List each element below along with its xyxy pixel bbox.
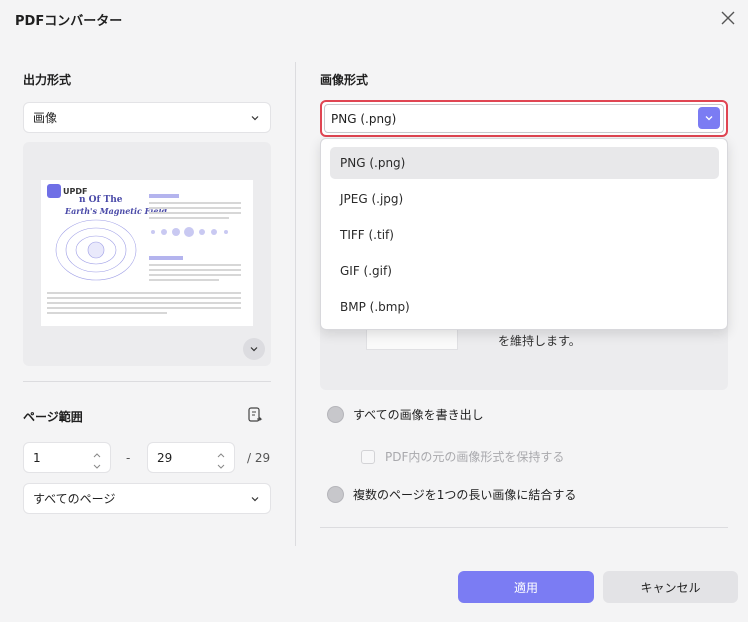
checkbox-box[interactable] — [361, 449, 375, 464]
pdf-converter-dialog: PDFコンバーター 出力形式 画像 UPDF n Of The Earth's … — [0, 0, 748, 622]
page-range-label: ページ範囲 — [23, 410, 83, 424]
page-scope-select[interactable]: すべてのページ — [23, 483, 271, 514]
stepper-arrows-icon[interactable] — [92, 451, 102, 471]
image-format-select[interactable]: PNG (.png) — [320, 100, 728, 137]
range-from-value: 1 — [33, 450, 41, 465]
dialog-title: PDFコンバーター — [15, 14, 123, 29]
left-divider — [23, 381, 271, 382]
page-scope-value: すべてのページ — [33, 492, 116, 506]
thumb-heading-1: n Of The — [79, 195, 123, 205]
radio-export-all-images[interactable]: すべての画像を書き出し — [327, 406, 484, 423]
title-bar: PDFコンバーター — [0, 0, 748, 38]
image-format-label: 画像形式 — [320, 73, 369, 87]
keep-format-label: PDF内の元の画像形式を保持する — [385, 450, 565, 464]
combine-pages-label: 複数のページを1つの長い画像に結合する — [353, 488, 577, 502]
export-all-label: すべての画像を書き出し — [353, 408, 484, 422]
apply-button[interactable]: 適用 — [458, 571, 594, 603]
close-icon[interactable] — [718, 8, 738, 28]
image-format-dropdown: PNG (.png) JPEG (.jpg) TIFF (.tif) GIF (… — [320, 138, 728, 330]
panel-description: を維持します。 — [498, 334, 581, 348]
image-format-value: PNG (.png) — [331, 111, 397, 126]
page-preview: UPDF n Of The Earth's Magnetic Field — [23, 142, 271, 366]
format-option-bmp[interactable]: BMP (.bmp) — [330, 291, 719, 323]
right-divider — [320, 527, 728, 528]
radio-combine-pages[interactable]: 複数のページを1つの長い画像に結合する — [327, 486, 576, 503]
page-thumbnail: UPDF n Of The Earth's Magnetic Field — [41, 180, 253, 326]
output-format-label: 出力形式 — [23, 73, 72, 87]
radio-circle[interactable] — [327, 406, 344, 423]
range-separator: - — [126, 451, 131, 465]
column-divider — [295, 62, 296, 546]
dropdown-toggle-button[interactable] — [698, 107, 720, 129]
output-format-value: 画像 — [33, 111, 58, 125]
chevron-down-icon — [251, 496, 259, 501]
format-option-jpeg[interactable]: JPEG (.jpg) — [330, 183, 719, 215]
expand-preview-button[interactable] — [243, 338, 265, 360]
range-total: / 29 — [247, 451, 271, 465]
format-option-tiff[interactable]: TIFF (.tif) — [330, 219, 719, 251]
page-range-toggle-icon[interactable] — [245, 405, 265, 425]
range-to-input[interactable]: 29 — [147, 442, 235, 473]
stepper-arrows-icon[interactable] — [216, 451, 226, 471]
checkbox-keep-format[interactable]: PDF内の元の画像形式を保持する — [361, 448, 564, 465]
radio-circle[interactable] — [327, 486, 344, 503]
output-format-select[interactable]: 画像 — [23, 102, 271, 133]
range-to-value: 29 — [157, 450, 173, 465]
chevron-down-icon — [705, 116, 713, 121]
chevron-down-icon — [251, 115, 259, 120]
format-option-png[interactable]: PNG (.png) — [330, 147, 719, 179]
range-from-input[interactable]: 1 — [23, 442, 111, 473]
cancel-button[interactable]: キャンセル — [603, 571, 738, 603]
format-option-gif[interactable]: GIF (.gif) — [330, 255, 719, 287]
chevron-down-icon — [250, 347, 258, 352]
